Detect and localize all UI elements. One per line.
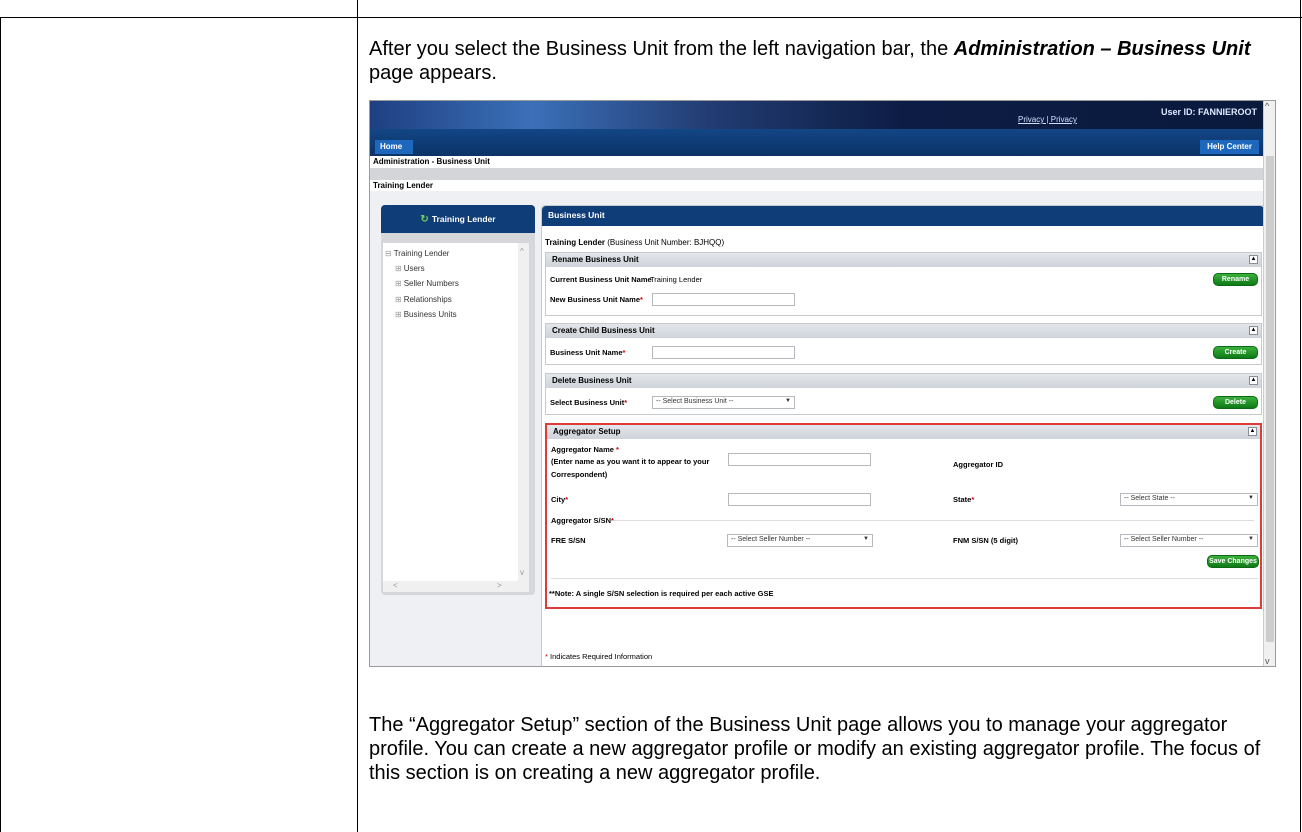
city-input[interactable] xyxy=(728,493,871,506)
city-label: City* xyxy=(551,495,569,504)
user-id: User ID: FANNIEROOT xyxy=(1160,107,1257,117)
select-business-unit-label: Select Business Unit* xyxy=(550,398,628,407)
left-nav-header: ↻ Training Lender xyxy=(381,205,535,233)
screenshot-frame: Privacy | Privacy User ID: FANNIEROOT Ho… xyxy=(369,100,1276,667)
refresh-logo-icon: ↻ xyxy=(420,214,429,225)
tree-node-relationships[interactable]: ⊞ Relationships xyxy=(395,295,452,304)
intro-paragraph: After you select the Business Unit from … xyxy=(369,37,1279,85)
rename-section-header: Rename Business Unit xyxy=(546,253,1261,267)
current-name-label: Current Business Unit Name xyxy=(550,275,652,284)
section-divider xyxy=(614,520,1254,521)
select-business-unit-dropdown[interactable]: -- Select Business Unit -- ▼ xyxy=(652,396,795,409)
business-unit-header: Business Unit xyxy=(542,206,1264,226)
fre-ssn-label: FRE S/SN xyxy=(551,536,586,545)
business-unit-panel: Business Unit Training Lender (Business … xyxy=(541,205,1265,666)
collapse-icon[interactable]: ▲ xyxy=(1248,427,1257,436)
chevron-down-icon: ▼ xyxy=(863,536,869,542)
bottom-paragraph: The “Aggregator Setup” section of the Bu… xyxy=(369,714,1261,784)
new-name-input[interactable] xyxy=(652,293,795,306)
rename-section: Rename Business Unit ▲ Current Business … xyxy=(545,252,1262,316)
tree-expand-icon: ⊞ xyxy=(395,295,402,304)
aggregator-name-label: Aggregator Name * xyxy=(551,445,619,454)
intro-text-post: page appears. xyxy=(369,62,497,84)
left-nav-title: Training Lender xyxy=(431,214,496,224)
chevron-down-icon: ▼ xyxy=(1248,495,1254,501)
rename-button[interactable]: Rename xyxy=(1213,273,1258,286)
create-button[interactable]: Create xyxy=(1213,346,1258,359)
create-section: Create Child Business Unit ▲ Business Un… xyxy=(545,323,1262,365)
delete-section-header: Delete Business Unit xyxy=(546,374,1261,388)
tree-horizontal-scrollbar[interactable]: < > xyxy=(383,581,529,592)
tree-node-seller-numbers[interactable]: ⊞ Seller Numbers xyxy=(395,279,459,288)
aggregator-ssn-label: Aggregator S/SN* xyxy=(551,516,614,525)
new-name-label: New Business Unit Name* xyxy=(550,295,643,304)
chevron-down-icon: ▼ xyxy=(1248,536,1254,542)
gse-note: **Note: A single S/SN selection is requi… xyxy=(549,589,774,598)
aggregator-id-label: Aggregator ID xyxy=(953,460,1004,469)
create-section-header: Create Child Business Unit xyxy=(546,324,1261,338)
tree-node-users[interactable]: ⊞ Users xyxy=(395,264,425,273)
page-vertical-scrollbar[interactable]: ^ v xyxy=(1263,101,1275,666)
top-navbar: Home Help Center xyxy=(370,129,1265,156)
state-label: State* xyxy=(953,495,975,504)
tree-node-root[interactable]: ⊟ Training Lender xyxy=(385,249,449,258)
scroll-down-icon[interactable]: v xyxy=(520,568,524,577)
chevron-down-icon: ▼ xyxy=(785,398,791,404)
table-top-border xyxy=(0,17,1302,18)
help-center-button[interactable]: Help Center xyxy=(1200,140,1259,154)
required-info-note: * Indicates Required Information xyxy=(545,652,653,661)
fnm-ssn-dropdown[interactable]: -- Select Seller Number -- ▼ xyxy=(1120,534,1258,547)
fnm-ssn-label: FNM S/SN (5 digit) xyxy=(953,536,1018,545)
current-name-value: Training Lender xyxy=(650,275,703,284)
intro-text-pre: After you select the Business Unit from … xyxy=(369,38,954,60)
tree-expand-icon: ⊞ xyxy=(395,310,402,319)
aggregator-section-header: Aggregator Setup xyxy=(547,425,1260,439)
state-dropdown[interactable]: -- Select State -- ▼ xyxy=(1120,493,1258,506)
aggregator-setup-section: Aggregator Setup ▲ Aggregator Name * (En… xyxy=(545,423,1262,609)
table-column-divider xyxy=(357,0,358,832)
fre-ssn-dropdown[interactable]: -- Select Seller Number -- ▼ xyxy=(727,534,873,547)
collapse-icon[interactable]: ▲ xyxy=(1249,255,1258,264)
tree-node-business-units[interactable]: ⊞ Business Units xyxy=(395,310,457,319)
tree-vertical-scrollbar[interactable]: ^ v xyxy=(518,243,529,581)
scroll-left-icon[interactable]: < xyxy=(393,581,398,590)
divider-band xyxy=(370,168,1265,180)
save-changes-button[interactable]: Save Changes xyxy=(1207,555,1259,568)
scroll-right-icon[interactable]: > xyxy=(497,581,502,590)
left-nav-panel: ↻ Training Lender ⊟ Training Lender ⊞ Users… xyxy=(381,205,535,595)
aggregator-name-input[interactable] xyxy=(728,453,871,466)
tree-expand-icon: ⊞ xyxy=(395,279,402,288)
scroll-thumb[interactable] xyxy=(1266,156,1274,642)
lender-title: Training Lender xyxy=(370,180,1265,191)
collapse-icon[interactable]: ▲ xyxy=(1249,326,1258,335)
aggregator-name-hint-2: Correspondent) xyxy=(551,470,608,479)
scroll-up-icon[interactable]: ^ xyxy=(520,247,524,256)
table-right-border xyxy=(1300,0,1301,832)
intro-text-bold: Administration – Business Unit xyxy=(953,38,1251,60)
tree-expand-icon: ⊟ xyxy=(385,249,392,258)
business-unit-name-label: Business Unit Name* xyxy=(550,348,626,357)
section-divider xyxy=(551,578,1258,579)
tree-expand-icon: ⊞ xyxy=(395,264,402,273)
delete-button[interactable]: Delete xyxy=(1213,396,1258,409)
app-banner: Privacy | Privacy User ID: FANNIEROOT xyxy=(370,101,1265,129)
home-tab[interactable]: Home xyxy=(375,140,413,154)
scroll-up-icon[interactable]: ^ xyxy=(1265,101,1269,111)
business-unit-name-input[interactable] xyxy=(652,346,795,359)
breadcrumb: Administration - Business Unit xyxy=(370,156,1265,168)
table-left-border xyxy=(0,17,1,832)
delete-section: Delete Business Unit ▲ Select Business U… xyxy=(545,373,1262,415)
aggregator-name-hint: (Enter name as you want it to appear to … xyxy=(551,457,710,466)
lender-info: Training Lender (Business Unit Number: B… xyxy=(545,238,725,247)
nav-tree: ⊟ Training Lender ⊞ Users ⊞ Seller Numbers … xyxy=(383,243,529,581)
collapse-icon[interactable]: ▲ xyxy=(1249,376,1258,385)
privacy-links[interactable]: Privacy | Privacy xyxy=(1018,115,1077,124)
scroll-down-icon[interactable]: v xyxy=(1265,656,1270,666)
